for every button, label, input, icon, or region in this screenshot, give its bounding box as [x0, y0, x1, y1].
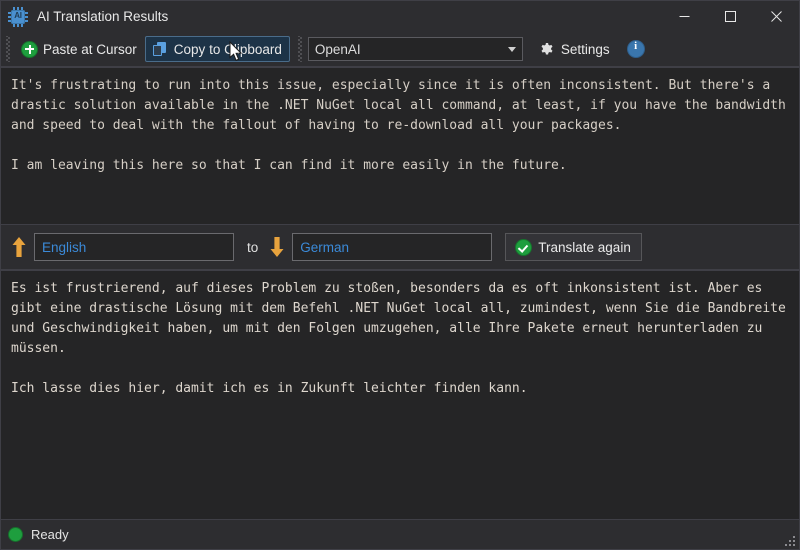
source-language-input[interactable]: English [34, 233, 234, 261]
status-text: Ready [31, 527, 69, 542]
copy-icon [152, 41, 168, 57]
status-dot-green [9, 528, 22, 541]
resize-grip-icon[interactable] [782, 533, 795, 546]
result-text-panel[interactable]: Es ist frustrierend, auf dieses Problem … [1, 270, 799, 519]
ai-chip-icon [8, 6, 28, 27]
plus-circle-icon [22, 41, 37, 57]
settings-button[interactable]: Settings [531, 36, 618, 62]
window-controls [661, 1, 799, 32]
source-paragraph-2: I am leaving this here so that I can fin… [11, 158, 567, 173]
arrow-down-icon [268, 234, 286, 260]
app-window: AI Translation Results Paste at Cursor C… [0, 0, 800, 550]
result-paragraph-1: Es ist frustrierend, auf dieses Problem … [11, 281, 794, 356]
settings-label: Settings [560, 41, 610, 57]
close-icon[interactable] [753, 1, 799, 32]
result-paragraph-2: Ich lasse dies hier, damit ich es in Zuk… [11, 381, 528, 396]
paste-at-cursor-label: Paste at Cursor [43, 41, 137, 57]
info-circle-icon[interactable] [627, 40, 644, 57]
maximize-icon[interactable] [707, 1, 753, 32]
toolbar: Paste at Cursor Copy to Clipboard OpenAI… [1, 32, 799, 67]
to-label: to [247, 239, 259, 255]
copy-to-clipboard-label: Copy to Clipboard [173, 41, 282, 57]
toolbar-grip[interactable] [4, 36, 12, 62]
source-language-value: English [42, 239, 87, 255]
window-title: AI Translation Results [37, 9, 169, 24]
chevron-down-icon [507, 46, 516, 52]
source-text-panel[interactable]: It's frustrating to run into this issue,… [1, 67, 799, 225]
status-bar: Ready [1, 519, 799, 549]
minimize-icon[interactable] [661, 1, 707, 32]
arrow-up-icon [10, 234, 28, 260]
source-paragraph-1: It's frustrating to run into this issue,… [11, 78, 794, 133]
translate-again-button[interactable]: Translate again [505, 233, 642, 261]
target-language-value: German [300, 239, 350, 255]
provider-select-value: OpenAI [314, 41, 361, 57]
toolbar-grip-2[interactable] [295, 36, 304, 62]
translate-again-label: Translate again [538, 239, 631, 255]
gear-icon [539, 41, 555, 57]
paste-at-cursor-button[interactable]: Paste at Cursor [14, 36, 145, 62]
check-circle-icon [516, 239, 532, 255]
title-bar[interactable]: AI Translation Results [1, 1, 799, 32]
target-language-input[interactable]: German [292, 233, 493, 261]
copy-to-clipboard-button[interactable]: Copy to Clipboard [144, 36, 290, 62]
language-bar: English to German Translate again [1, 225, 799, 270]
provider-select[interactable]: OpenAI [307, 37, 523, 61]
